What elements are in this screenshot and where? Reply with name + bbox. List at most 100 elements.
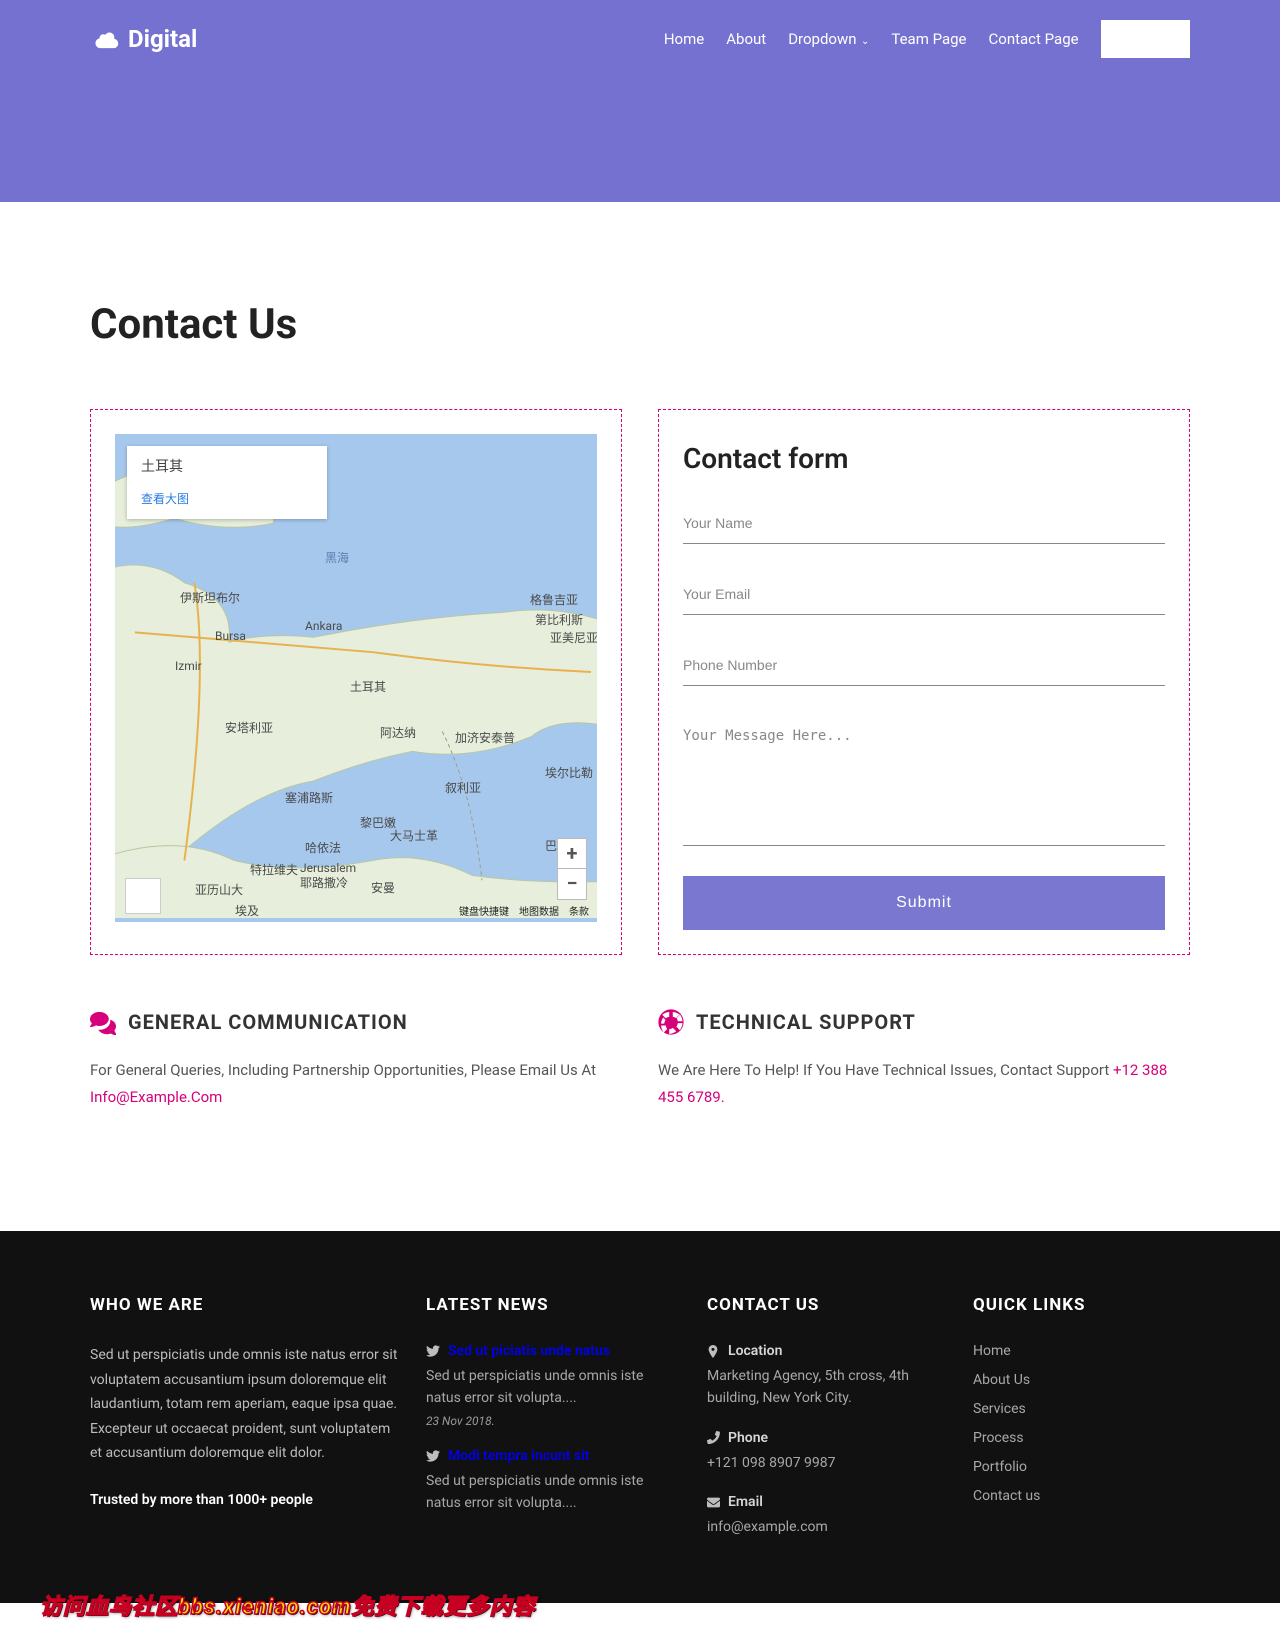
- map-label: 耶路撒冷: [300, 874, 348, 891]
- general-heading: GENERAL COMMUNICATION: [128, 1010, 408, 1034]
- twitter-icon: [426, 1344, 440, 1358]
- footer-who-heading: WHO WE ARE: [90, 1295, 400, 1315]
- nav-dropdown[interactable]: Dropdown ⌄: [788, 30, 869, 48]
- map-label: 安塔利亚: [225, 719, 273, 736]
- map-label: 伊斯坦布尔: [180, 589, 240, 606]
- quick-link[interactable]: Home: [973, 1343, 1011, 1359]
- map-label: 第比利斯: [535, 611, 583, 628]
- login-button[interactable]: Login: [1101, 20, 1190, 58]
- footer-links-heading: QUICK LINKS: [973, 1295, 1190, 1315]
- comments-icon: [90, 1009, 116, 1035]
- news-title-link[interactable]: Sed ut piciatis unde natus: [448, 1343, 610, 1359]
- navbar: Digital Home About Dropdown ⌄ Team Page …: [90, 20, 1190, 58]
- footer-contact: CONTACT US Location Marketing Agency, 5t…: [707, 1295, 947, 1559]
- news-text: Sed ut perspiciatis unde omnis iste natu…: [426, 1470, 681, 1515]
- quick-link[interactable]: Process: [973, 1430, 1024, 1446]
- map-label: 特拉维夫: [250, 861, 298, 878]
- map-label: 哈依法: [305, 839, 341, 856]
- zoom-in-button[interactable]: +: [558, 839, 586, 869]
- general-text: For General Queries, Including Partnersh…: [90, 1057, 622, 1111]
- name-input[interactable]: [683, 503, 1165, 544]
- cloud-icon: [90, 28, 120, 50]
- map-popup-link[interactable]: 查看大图: [141, 492, 189, 506]
- map-popup-title: 土耳其: [141, 456, 313, 476]
- news-item: Modi tempra incunt sit Sed ut perspiciat…: [426, 1448, 681, 1515]
- news-title-link[interactable]: Modi tempra incunt sit: [448, 1448, 589, 1464]
- phone-icon: [707, 1431, 720, 1444]
- map-label: Ankara: [305, 619, 342, 633]
- map-label: 加济安泰普: [455, 729, 515, 746]
- news-text: Sed ut perspiciatis unde omnis iste natu…: [426, 1365, 681, 1410]
- tech-heading: TECHNICAL SUPPORT: [696, 1010, 916, 1034]
- chevron-down-icon: ⌄: [859, 36, 870, 47]
- map-scale-control[interactable]: [125, 878, 161, 914]
- map-attr-item[interactable]: 条款: [569, 903, 589, 918]
- general-text-body: For General Queries, Including Partnersh…: [90, 1061, 596, 1079]
- brand-text: Digital: [128, 25, 197, 53]
- email-label: Email: [728, 1494, 763, 1510]
- map[interactable]: 黑海 格鲁吉亚 第比利斯 亚美尼亚 Ankara 伊斯坦布尔 Bursa Izm…: [115, 434, 597, 922]
- map-attr-item[interactable]: 地图数据: [519, 903, 559, 918]
- overlay-banner: 访问血鸟社区bbs.xieniao.com免费下载更多内容: [40, 1589, 536, 1621]
- quick-link[interactable]: Contact us: [973, 1488, 1040, 1504]
- map-sea-label: 黑海: [325, 549, 349, 566]
- location-label: Location: [728, 1343, 782, 1359]
- footer-about: WHO WE ARE Sed ut perspiciatis unde omni…: [90, 1295, 400, 1559]
- map-card: 黑海 格鲁吉亚 第比利斯 亚美尼亚 Ankara 伊斯坦布尔 Bursa Izm…: [90, 409, 622, 955]
- message-input[interactable]: [683, 716, 1165, 846]
- general-email-link[interactable]: Info@Example.Com: [90, 1088, 222, 1106]
- twitter-icon: [426, 1449, 440, 1463]
- footer-news-heading: LATEST NEWS: [426, 1295, 681, 1315]
- envelope-icon: [707, 1496, 720, 1509]
- footer-trusted: Trusted by more than 1000+ people: [90, 1488, 400, 1513]
- nav-dropdown-label: Dropdown: [788, 30, 856, 48]
- life-ring-icon: [658, 1009, 684, 1035]
- phone-label: Phone: [728, 1430, 768, 1446]
- footer-who-text: Sed ut perspiciatis unde omnis iste natu…: [90, 1343, 400, 1466]
- map-label: Izmir: [175, 659, 202, 673]
- phone-input[interactable]: [683, 645, 1165, 686]
- map-pin-icon: [707, 1345, 720, 1358]
- hero: Digital Home About Dropdown ⌄ Team Page …: [0, 0, 1280, 202]
- contact-form-title: Contact form: [683, 442, 1165, 475]
- location-value: Marketing Agency, 5th cross, 4th buildin…: [707, 1365, 947, 1410]
- footer-news: LATEST NEWS Sed ut piciatis unde natus S…: [426, 1295, 681, 1559]
- contact-form-card: Contact form Submit: [658, 409, 1190, 955]
- phone-value: +121 098 8907 9987: [707, 1452, 947, 1474]
- map-label: Jerusalem: [300, 861, 356, 875]
- tech-text: We Are Here To Help! If You Have Technic…: [658, 1057, 1190, 1111]
- map-popup: 土耳其 查看大图: [127, 446, 327, 519]
- zoom-out-button[interactable]: −: [558, 869, 586, 899]
- nav-about[interactable]: About: [726, 30, 766, 48]
- nav-home[interactable]: Home: [664, 30, 704, 48]
- news-item: Sed ut piciatis unde natus Sed ut perspi…: [426, 1343, 681, 1428]
- submit-button[interactable]: Submit: [683, 876, 1165, 930]
- quick-link[interactable]: Portfolio: [973, 1459, 1027, 1475]
- quick-link[interactable]: About Us: [973, 1372, 1030, 1388]
- map-label: 阿达纳: [380, 724, 416, 741]
- map-zoom: + −: [557, 838, 587, 900]
- nav-contact[interactable]: Contact Page: [989, 30, 1079, 48]
- email-input[interactable]: [683, 574, 1165, 615]
- footer: WHO WE ARE Sed ut perspiciatis unde omni…: [0, 1231, 1280, 1603]
- map-label: 埃尔比勒: [545, 764, 593, 781]
- map-label: 叙利亚: [445, 779, 481, 796]
- tech-text-body: We Are Here To Help! If You Have Technic…: [658, 1061, 1113, 1079]
- news-date: 23 Nov 2018.: [426, 1414, 681, 1428]
- general-communication: GENERAL COMMUNICATION For General Querie…: [90, 1009, 622, 1111]
- brand-logo[interactable]: Digital: [90, 25, 197, 53]
- nav-team[interactable]: Team Page: [891, 30, 966, 48]
- map-label: Bursa: [215, 629, 246, 643]
- map-attr-item[interactable]: 键盘快捷键: [459, 903, 509, 918]
- map-label: 亚美尼亚: [550, 629, 597, 646]
- quick-link[interactable]: Services: [973, 1401, 1026, 1417]
- email-value: info@example.com: [707, 1516, 947, 1538]
- footer-contact-heading: CONTACT US: [707, 1295, 947, 1315]
- technical-support: TECHNICAL SUPPORT We Are Here To Help! I…: [658, 1009, 1190, 1111]
- map-label: 格鲁吉亚: [530, 591, 578, 608]
- footer-quick-links: QUICK LINKS Home About Us Services Proce…: [973, 1295, 1190, 1559]
- map-label: 土耳其: [350, 678, 386, 695]
- map-label: 安曼: [371, 879, 395, 896]
- map-label: 塞浦路斯: [285, 789, 333, 806]
- page-title: Contact Us: [90, 300, 1190, 349]
